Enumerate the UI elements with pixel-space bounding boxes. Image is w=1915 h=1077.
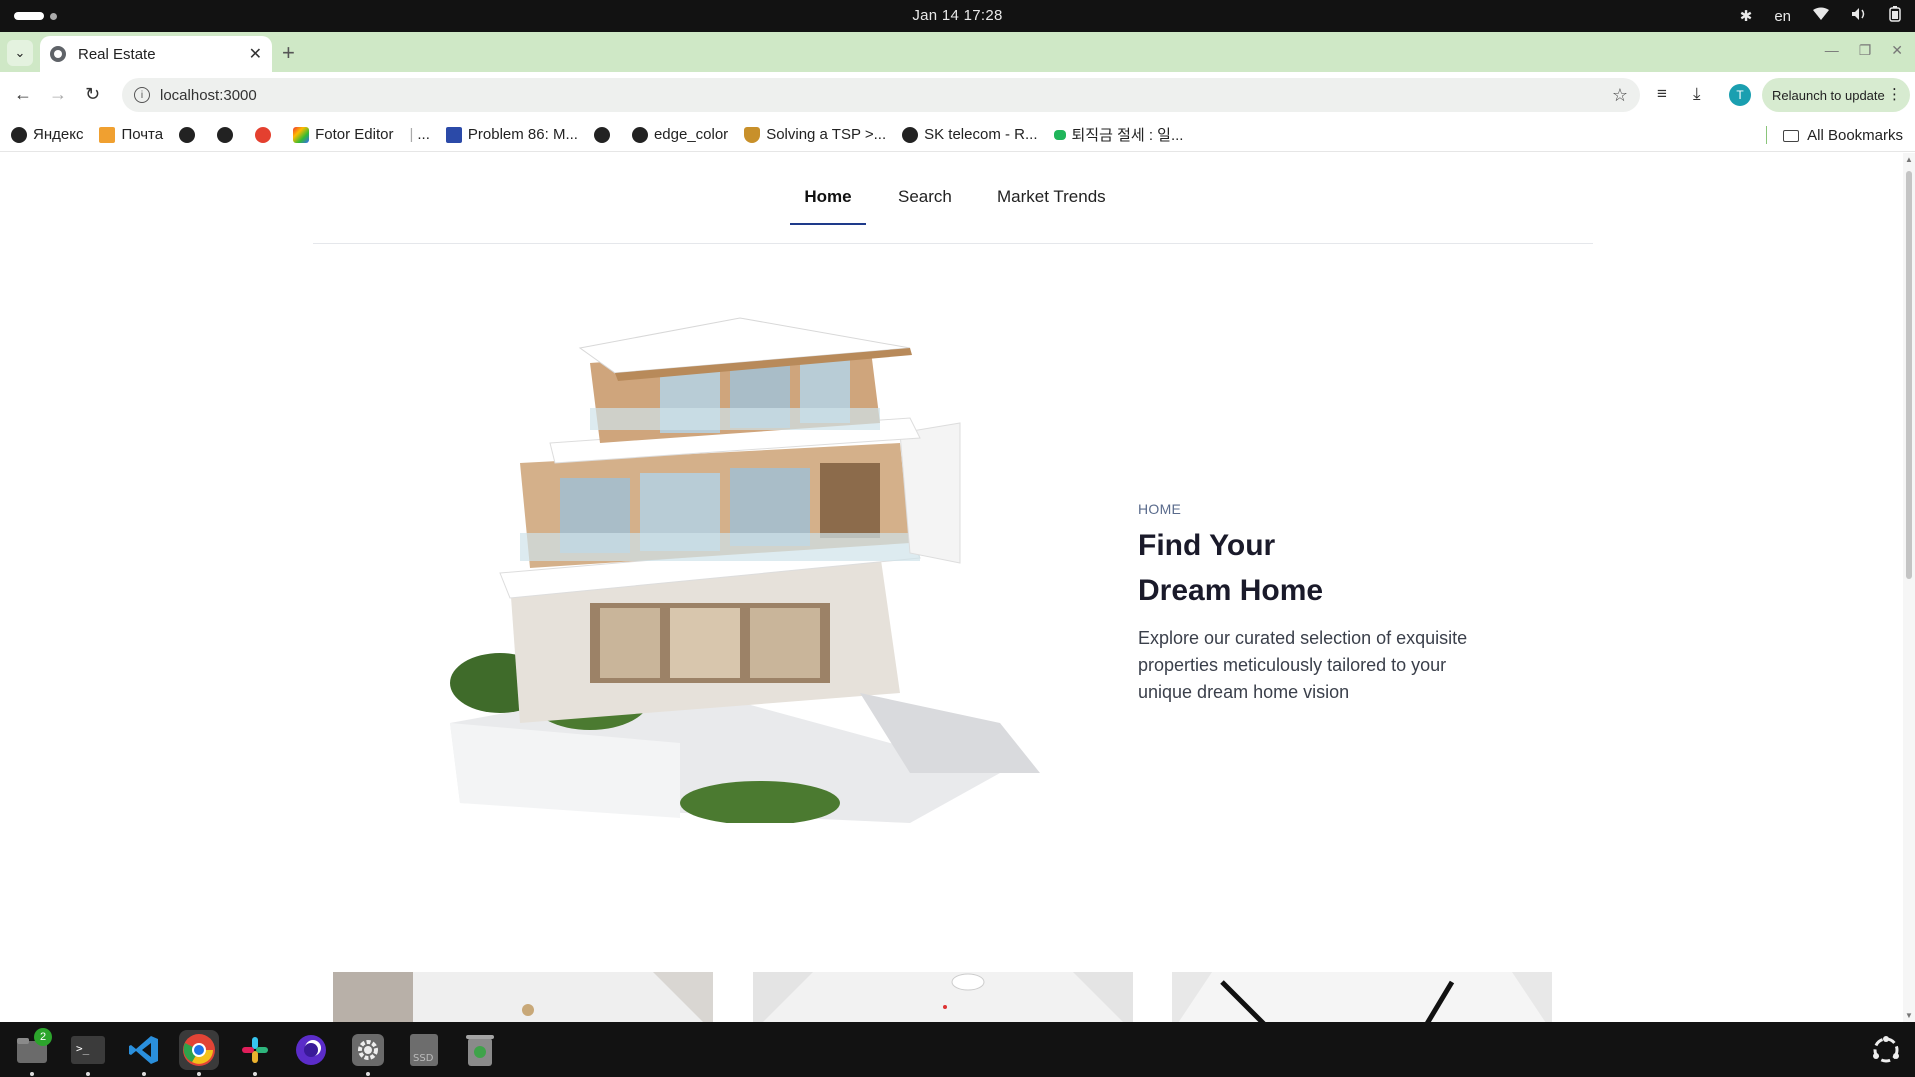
globe-icon: [50, 46, 66, 62]
restore-icon[interactable]: ❐: [1859, 42, 1872, 59]
hero-eyebrow: HOME: [1138, 501, 1182, 517]
new-tab-button[interactable]: +: [282, 40, 295, 66]
bookmark-item[interactable]: [217, 126, 239, 143]
hero-description: Explore our curated selection of exquisi…: [1138, 628, 1468, 702]
reload-icon[interactable]: ↻: [85, 84, 100, 105]
yandex-icon: [11, 126, 27, 143]
browser-tab-real-estate[interactable]: Real Estate ✕: [40, 36, 272, 72]
browser-toolbar: ← → ↻ i localhost:3000 ☆ ≡ ⤓ T Relaunch …: [0, 72, 1915, 118]
close-tab-icon[interactable]: ✕: [249, 44, 262, 64]
green-icon: [1053, 129, 1066, 140]
bookmarks-bar: Яндекс Почта Fotor Editor |... Problem 8…: [0, 118, 1915, 152]
system-clock[interactable]: Jan 14 17:28: [0, 7, 1915, 24]
scrollbar-thumb[interactable]: [1906, 171, 1912, 579]
scroll-up-icon[interactable]: ▲: [1905, 155, 1913, 164]
settings-icon[interactable]: [348, 1030, 388, 1076]
site-info-icon[interactable]: i: [134, 87, 150, 103]
download-icon[interactable]: ⤓: [1693, 84, 1701, 104]
page-scrollbar[interactable]: ▲ ▼: [1903, 153, 1915, 1022]
bookmark-item[interactable]: [593, 126, 616, 143]
wifi-icon[interactable]: [1813, 7, 1829, 25]
slack-icon[interactable]: [235, 1030, 275, 1076]
globe-icon: [179, 126, 196, 143]
files-badge: 2: [34, 1028, 52, 1046]
window-controls: — ❐ ✕: [1825, 42, 1903, 59]
os-taskbar: 2 >_ SSD: [0, 1022, 1915, 1077]
listing-card-image[interactable]: [1172, 972, 1552, 1022]
bookmark-star-icon[interactable]: ☆: [1612, 85, 1628, 106]
github-icon: [631, 126, 648, 143]
ssd-icon[interactable]: SSD: [404, 1030, 444, 1070]
files-icon[interactable]: 2: [12, 1028, 52, 1076]
tab-title: Real Estate: [78, 45, 156, 63]
tab-search-button[interactable]: ⌄: [7, 40, 33, 66]
nav-home-link[interactable]: Home: [790, 187, 866, 225]
hero-house-image: [450, 317, 1040, 823]
chrome-icon[interactable]: [179, 1030, 219, 1076]
usaco-icon: [445, 126, 462, 143]
vscode-icon[interactable]: [124, 1030, 164, 1076]
bookmark-separator: [1766, 126, 1767, 144]
nav-market-trends-link[interactable]: Market Trends: [997, 187, 1106, 223]
bookmark-item[interactable]: Fotor Editor: [293, 126, 393, 143]
minimize-icon[interactable]: —: [1825, 42, 1839, 59]
svg-text:SSD: SSD: [413, 1053, 434, 1064]
svg-text:>_: >_: [76, 1042, 90, 1055]
trash-icon[interactable]: [460, 1030, 500, 1070]
relaunch-update-button[interactable]: Relaunch to update ⋮: [1762, 78, 1910, 112]
bookmark-item[interactable]: Problem 86: M...: [445, 126, 578, 143]
folder-icon: [1783, 129, 1800, 142]
bookmark-item[interactable]: [255, 126, 277, 143]
firefox-dev-icon[interactable]: [291, 1030, 331, 1070]
listing-card-image[interactable]: [333, 972, 713, 1022]
close-window-icon[interactable]: ✕: [1891, 42, 1903, 59]
globe-icon: [217, 126, 234, 143]
globe-icon: [902, 126, 919, 143]
url-text[interactable]: localhost:3000: [160, 87, 1612, 104]
mail-icon: [99, 126, 116, 143]
fotor-icon: [293, 126, 310, 143]
system-tray[interactable]: ✱ en: [1740, 6, 1901, 26]
globe-icon: [593, 126, 610, 143]
terminal-icon[interactable]: >_: [68, 1030, 108, 1076]
all-bookmarks-button[interactable]: All Bookmarks: [1783, 127, 1903, 144]
bookmark-item[interactable]: |...: [409, 126, 429, 143]
app-grid-icon[interactable]: [1866, 1030, 1906, 1070]
hero-title: Find Your Dream Home: [1138, 529, 1324, 607]
bookmark-item[interactable]: edge_color: [631, 126, 728, 143]
battery-icon[interactable]: [1889, 6, 1901, 26]
profile-avatar[interactable]: T: [1729, 84, 1751, 106]
site-navigation: Home Search Market Trends: [313, 153, 1593, 244]
bookmark-item[interactable]: Solving a TSP >...: [744, 126, 886, 143]
scroll-down-icon[interactable]: ▼: [1905, 1011, 1913, 1020]
browser-tab-strip: ⌄ Real Estate ✕ + — ❐ ✕: [0, 32, 1915, 72]
bookmark-item[interactable]: SK telecom - R...: [902, 126, 1038, 143]
volume-icon[interactable]: [1851, 7, 1867, 25]
bookmark-item[interactable]: Яндекс: [11, 126, 83, 143]
relaunch-label: Relaunch to update: [1772, 87, 1885, 103]
listing-card-image[interactable]: [753, 972, 1133, 1022]
bookmark-item[interactable]: 퇴직금 절세 : 일...: [1053, 124, 1183, 145]
chart-icon: [255, 126, 272, 143]
back-arrow-icon[interactable]: ←: [14, 84, 32, 105]
bookmark-item[interactable]: Почта: [99, 126, 163, 143]
language-indicator[interactable]: en: [1774, 8, 1791, 25]
slack-tray-icon[interactable]: ✱: [1740, 7, 1753, 25]
forward-arrow-icon[interactable]: →: [49, 84, 67, 105]
more-menu-icon[interactable]: ⋮: [1887, 85, 1902, 103]
nav-search-link[interactable]: Search: [898, 187, 952, 223]
web-page: Home Search Market Trends HOME Find Your…: [0, 153, 1915, 1022]
os-top-bar: Jan 14 17:28 ✱ en: [0, 0, 1915, 32]
shield-icon: [744, 126, 761, 143]
hero-text-block: HOME Find Your Dream Home Explore our cu…: [1138, 501, 1518, 706]
bookmark-item[interactable]: [179, 126, 201, 143]
media-controls-icon[interactable]: ≡: [1657, 84, 1667, 104]
address-bar[interactable]: i localhost:3000 ☆: [122, 78, 1640, 112]
